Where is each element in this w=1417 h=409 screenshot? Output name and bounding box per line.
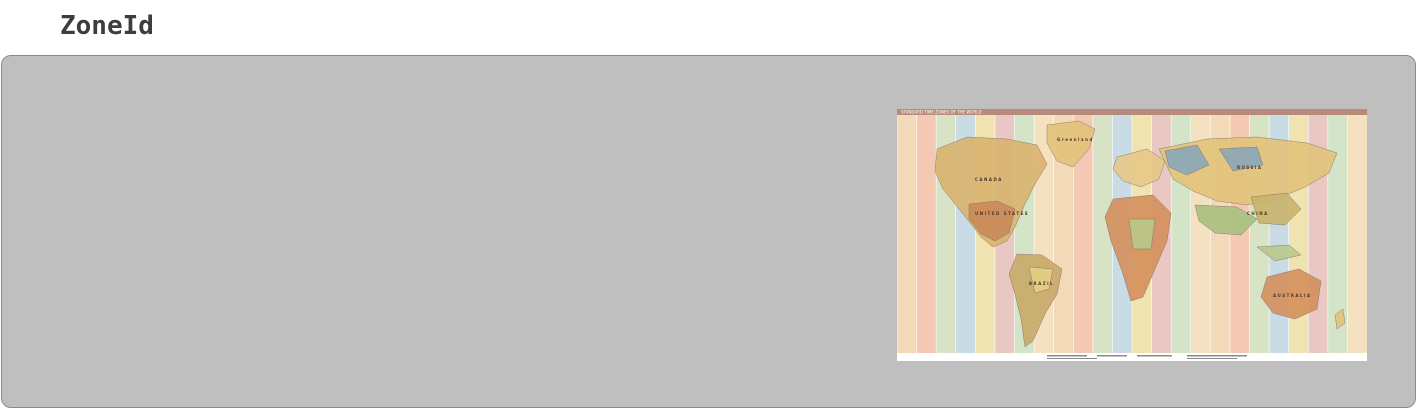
time-zone-band [916,115,937,353]
page-title: ZoneId [60,11,154,41]
map-label-canada: CANADA [975,177,1003,182]
map-caption: STANDARD TIME ZONES OF THE WORLD [901,110,982,115]
time-zone-band [1347,115,1367,353]
world-time-zones-map-image[interactable]: STANDARD TIME ZONES OF THE WORLD CANADA … [897,109,1367,361]
map-graphic: STANDARD TIME ZONES OF THE WORLD CANADA … [897,109,1367,361]
map-label-china: CHINA [1247,211,1269,216]
map-label-united-states: UNITED STATES [975,211,1029,216]
map-label-russia: RUSSIA [1237,165,1263,170]
map-label-australia: AUSTRALIA [1273,293,1312,298]
time-zone-band [897,115,918,353]
map-label-greenland: Greenland [1057,137,1094,142]
image-viewer-panel: STANDARD TIME ZONES OF THE WORLD CANADA … [1,55,1416,408]
map-label-brazil: BRAZIL [1029,281,1054,286]
